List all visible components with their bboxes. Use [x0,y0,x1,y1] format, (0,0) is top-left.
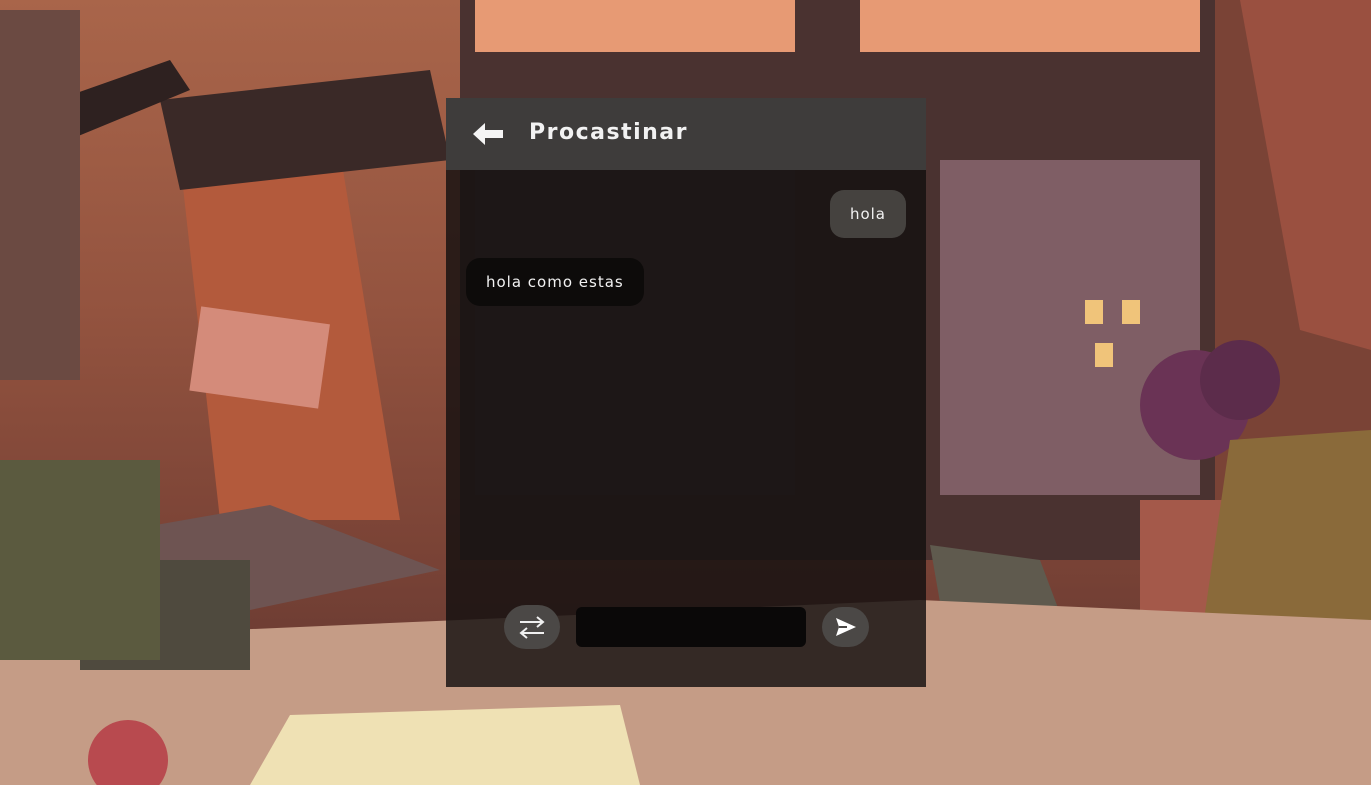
swap-button[interactable] [504,605,560,649]
message-input[interactable] [576,607,806,647]
message-bubble-outgoing: hola [829,190,906,238]
message-composer [446,598,926,658]
send-button[interactable] [822,607,869,647]
chat-window: Procastinar hola hola como estas [446,98,926,687]
message-bubble-incoming: hola como estas [466,258,644,306]
message-list: hola hola como estas [446,170,926,590]
arrow-left-icon [473,123,503,145]
swap-arrows-icon [519,616,545,639]
send-icon [836,618,856,636]
chat-header: Procastinar [446,98,926,170]
chat-title: Procastinar [529,120,688,145]
back-button[interactable] [470,118,506,150]
